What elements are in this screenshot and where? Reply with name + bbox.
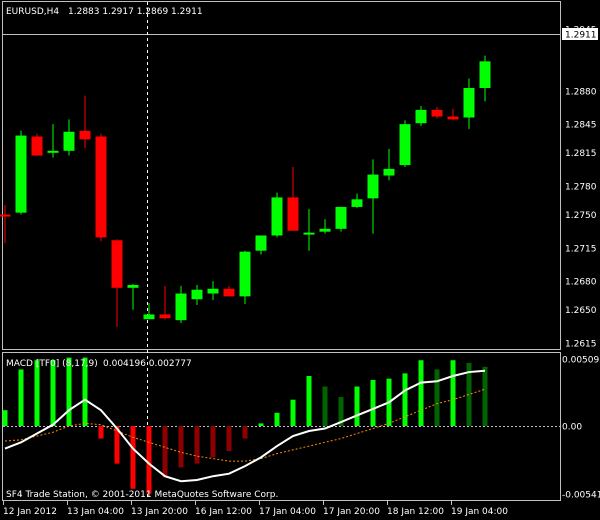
candle-body: [447, 116, 459, 120]
time-axis-label: 19 Jan 04:00: [451, 507, 508, 517]
candle-body: [223, 288, 235, 297]
trading-chart[interactable]: EURUSD,H4 1.2883 1.2917 1.2869 1.2911 1.…: [0, 0, 600, 520]
time-axis-label: 18 Jan 12:00: [387, 507, 444, 517]
macd-histogram-bar: [258, 423, 264, 426]
price-pane[interactable]: [2, 1, 561, 350]
macd-histogram-bar: [194, 426, 200, 464]
candle-body: [15, 135, 27, 213]
candle-body: [0, 214, 11, 217]
macd-axis-label: 0.00: [562, 423, 582, 433]
price-axis-label: 1.2650: [565, 306, 597, 316]
macd-histogram-bar: [130, 426, 136, 489]
candle-body: [271, 197, 283, 236]
macd-histogram-bar: [306, 376, 312, 426]
candle-body: [111, 240, 123, 288]
time-axis-label: 12 Jan 2012: [3, 507, 57, 517]
candle-body: [95, 136, 107, 238]
candle-body: [351, 199, 363, 207]
ohlc-readout: 1.2883 1.2917 1.2869 1.2911: [68, 7, 203, 17]
candle-body: [255, 235, 267, 251]
macd-histogram-bar: [18, 369, 24, 426]
macd-histogram-bar: [50, 360, 56, 426]
time-axis-label: 17 Jan 04:00: [259, 507, 316, 517]
price-axis-label: 1.2750: [565, 211, 597, 221]
price-axis-label: 1.2780: [565, 183, 597, 193]
macd-histogram-bar: [2, 410, 8, 426]
candle-body: [367, 174, 379, 199]
macd-histogram-bar: [434, 369, 440, 426]
price-axis-label: 1.2880: [565, 87, 597, 97]
candle-body: [127, 284, 139, 288]
macd-histogram-bar: [322, 386, 328, 426]
time-axis: 12 Jan 2012 13 Jan 04:00 13 Jan 20:00 16 Ja…: [3, 501, 508, 517]
macd-histogram-bar: [354, 386, 360, 426]
macd-histogram-bar: [450, 360, 456, 426]
time-axis-label: 17 Jan 20:00: [323, 507, 380, 517]
candle-body: [191, 289, 203, 300]
candle-body: [335, 206, 347, 229]
time-axis-label: 13 Jan 04:00: [67, 507, 124, 517]
price-axis-label: 1.2715: [565, 244, 597, 254]
macd-histogram-bar: [162, 426, 168, 478]
macd-histogram-bar: [290, 399, 296, 426]
indicator-values: 0.004196 0.002777: [103, 359, 192, 369]
macd-histogram-bar: [242, 426, 248, 439]
candle-body: [159, 314, 171, 319]
candle-body: [31, 136, 43, 156]
candle-body: [47, 150, 59, 153]
indicator-title: MACD [TF0] (8,17,9): [6, 359, 98, 369]
candle-body: [463, 87, 475, 118]
macd-histogram-bar: [370, 379, 376, 426]
candle-body: [415, 109, 427, 124]
price-axis-label: 1.2815: [565, 149, 597, 159]
price-axis-label: 1.2680: [565, 278, 597, 288]
price-axis-label: 1.2845: [565, 121, 597, 131]
current-price-tag: 1.2911: [565, 31, 597, 41]
candle-body: [303, 232, 315, 235]
macd-histogram-bar: [418, 360, 424, 426]
price-axis-label: 1.2615: [565, 340, 597, 350]
macd-histogram-bar: [274, 412, 280, 426]
macd-axis-label: -0.005418: [562, 491, 600, 501]
candle-body: [175, 293, 187, 321]
candle-body: [239, 251, 251, 297]
macd-histogram-bar: [34, 360, 40, 426]
macd-axis: 0.005093 0.00 -0.005418: [562, 356, 600, 501]
macd-histogram-bar: [402, 373, 408, 426]
macd-histogram-bar: [226, 426, 232, 452]
candle-body: [79, 130, 91, 140]
candle-body: [479, 61, 491, 88]
macd-histogram-bar: [210, 426, 216, 458]
symbol-label: EURUSD,H4: [6, 7, 59, 17]
candle-body: [399, 124, 411, 166]
time-axis-label: 16 Jan 12:00: [195, 507, 252, 517]
copyright-text: SF4 Trade Station, © 2001-2011 MetaQuote…: [6, 490, 278, 500]
time-axis-label: 13 Jan 20:00: [131, 507, 188, 517]
candle-body: [319, 228, 331, 232]
candle-body: [383, 168, 395, 176]
macd-histogram-bar: [98, 426, 104, 439]
candle-body: [287, 197, 299, 231]
macd-histogram-bar: [178, 426, 184, 468]
candle-body: [431, 109, 443, 117]
candle-body: [207, 288, 219, 294]
candle-body: [143, 314, 155, 320]
macd-histogram-bar: [482, 366, 488, 426]
candle-body: [63, 131, 75, 151]
macd-axis-label: 0.005093: [562, 356, 600, 366]
macd-histogram-bar: [146, 426, 152, 494]
price-axis: 1.29451.28801.28451.28151.27801.27501.27…: [565, 26, 597, 350]
